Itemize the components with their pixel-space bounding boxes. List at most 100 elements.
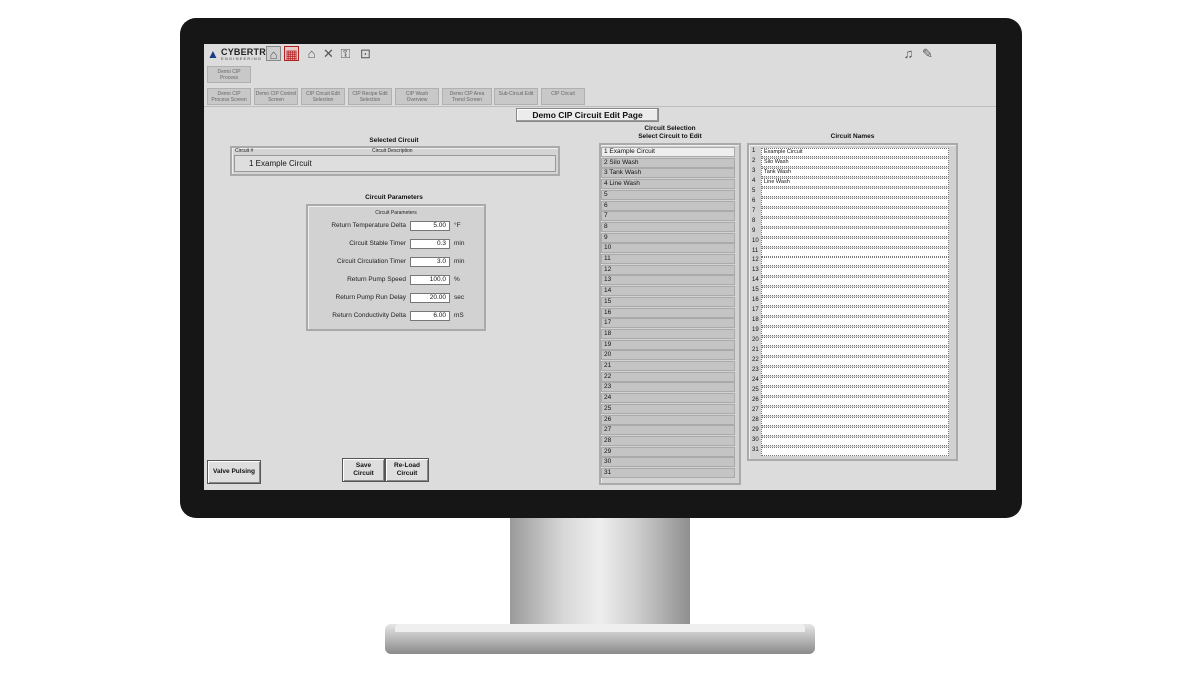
- circuit-selection-item[interactable]: 1 Example Circuit: [601, 147, 735, 157]
- circuit-selection-item[interactable]: 3 Tank Wash: [601, 168, 735, 179]
- param-label: Return Temperature Delta: [331, 222, 406, 229]
- nav-tab-process-screen[interactable]: Demo CIP Process Screen: [207, 88, 251, 105]
- circuit-selection-item[interactable]: 21: [601, 361, 735, 371]
- param-unit: %: [454, 276, 460, 283]
- circuit-selection-item[interactable]: 6: [601, 200, 735, 211]
- circuit-name-input[interactable]: [761, 247, 949, 257]
- circuit-parameters-heading: Circuit Parameters: [365, 194, 423, 201]
- circuit-name-input[interactable]: [761, 416, 949, 426]
- circuit-selection-item[interactable]: 22: [601, 371, 735, 382]
- circuit-selection-item[interactable]: 13: [601, 275, 735, 286]
- circuit-selection-item[interactable]: 16: [601, 307, 735, 318]
- circuit-name-input[interactable]: [761, 267, 949, 277]
- circuit-selection-item[interactable]: 14: [601, 286, 735, 297]
- circuit-selection-item[interactable]: 2 Silo Wash: [601, 157, 735, 168]
- home-icon[interactable]: ⌂: [304, 46, 319, 61]
- reload-circuit-button[interactable]: Re-Load Circuit: [385, 458, 429, 482]
- circuit-name-input[interactable]: Line Wash: [761, 177, 949, 187]
- circuit-circulation-timer-input[interactable]: 3.0: [410, 257, 450, 267]
- param-unit: min: [454, 258, 465, 265]
- nav-tab-wash-overview[interactable]: CIP Wash Overview: [395, 88, 439, 105]
- circuit-selection-item[interactable]: 11: [601, 254, 735, 264]
- circuit-name-input[interactable]: [761, 366, 949, 376]
- circuit-selection-item[interactable]: 8: [601, 221, 735, 232]
- circuit-name-input[interactable]: [761, 317, 949, 327]
- circuit-selection-item[interactable]: 20: [601, 350, 735, 361]
- circuit-name-input[interactable]: [761, 187, 949, 197]
- circuit-selection-item[interactable]: 27: [601, 425, 735, 436]
- circuit-stable-timer-input[interactable]: 0.3: [410, 239, 450, 249]
- circuit-name-input[interactable]: [761, 406, 949, 416]
- circuit-name-input[interactable]: [761, 207, 949, 217]
- hmi-screen: ▲ CYBERTROL ENGINEERING ⌂ ▦ ⌂ ✕ ⚿ ⊡ ♫ ✎ …: [204, 44, 996, 490]
- circuit-selection-item[interactable]: 24: [601, 393, 735, 404]
- return-pump-speed-input[interactable]: 100.0: [410, 275, 450, 285]
- circuit-name-input[interactable]: [761, 257, 949, 267]
- circuit-selection-heading: Circuit Selection: [644, 125, 696, 132]
- lock-icon[interactable]: ⊡: [358, 46, 373, 61]
- circuit-name-input[interactable]: [761, 446, 949, 456]
- circuit-selection-item[interactable]: 30: [601, 457, 735, 468]
- nav-demo-cip-process[interactable]: Demo CIP Process: [207, 66, 251, 83]
- circuit-name-input[interactable]: [761, 287, 949, 297]
- close-icon[interactable]: ✕: [321, 46, 336, 61]
- circuit-selection-item[interactable]: 19: [601, 339, 735, 350]
- circuit-description-header: Circuit Description: [372, 148, 413, 154]
- plant-icon[interactable]: ⌂: [266, 46, 281, 62]
- circuit-selection-item[interactable]: 23: [601, 382, 735, 393]
- param-label: Circuit Stable Timer: [349, 240, 406, 247]
- circuit-name-input[interactable]: [761, 197, 949, 207]
- circuit-selection-item[interactable]: 5: [601, 189, 735, 200]
- nav-tab-cip-circuit[interactable]: CIP Circuit: [541, 88, 585, 105]
- nav-tab-area-trend-screen[interactable]: Demo CIP Area Trend Screen: [442, 88, 492, 105]
- circuit-name-input[interactable]: Example Circuit: [761, 148, 949, 157]
- circuit-selection-item[interactable]: 28: [601, 435, 735, 446]
- circuit-name-input[interactable]: [761, 347, 949, 356]
- circuit-selection-item[interactable]: 17: [601, 318, 735, 329]
- selected-circuit-heading: Selected Circuit: [369, 137, 419, 144]
- circuit-selection-item[interactable]: 4 Line Wash: [601, 179, 735, 190]
- mute-icon[interactable]: ✎: [920, 46, 935, 61]
- circuit-name-input[interactable]: [761, 297, 949, 307]
- circuit-name-input[interactable]: [761, 436, 949, 446]
- circuit-name-input[interactable]: [761, 277, 949, 287]
- circuit-name-input[interactable]: [761, 426, 949, 436]
- return-pump-run-delay-input[interactable]: 20.00: [410, 293, 450, 303]
- circuit-name-input[interactable]: [761, 376, 949, 386]
- alarm-factory-icon[interactable]: ▦: [284, 46, 299, 62]
- circuit-name-input[interactable]: [761, 327, 949, 337]
- circuit-selection-item[interactable]: 18: [601, 328, 735, 339]
- circuit-selection-item[interactable]: 10: [601, 243, 735, 254]
- circuit-selection-item[interactable]: 15: [601, 296, 735, 307]
- return-conductivity-delta-input[interactable]: 6.00: [410, 311, 450, 321]
- circuit-name-input[interactable]: [761, 386, 949, 396]
- save-circuit-button[interactable]: Save Circuit: [342, 458, 385, 482]
- circuit-selection-item[interactable]: 7: [601, 211, 735, 222]
- circuit-name-input[interactable]: Silo Wash: [761, 157, 949, 167]
- nav-tab-control-screen[interactable]: Demo CIP Control Screen: [254, 88, 298, 105]
- nav-tab-sub-circuit-edit[interactable]: Sub-Circuit Edit: [494, 88, 538, 105]
- circuit-name-input[interactable]: [761, 227, 949, 237]
- circuit-selection-item[interactable]: 26: [601, 414, 735, 425]
- bell-icon[interactable]: ♫: [901, 46, 916, 61]
- circuit-name-input[interactable]: [761, 337, 949, 347]
- key-icon[interactable]: ⚿: [338, 46, 353, 61]
- circuit-name-input[interactable]: Tank Wash: [761, 167, 949, 177]
- circuit-selection-item[interactable]: 12: [601, 264, 735, 275]
- circuit-name-input[interactable]: [761, 356, 949, 366]
- circuit-name-input[interactable]: [761, 237, 949, 247]
- circuit-name-input[interactable]: [761, 217, 949, 227]
- circuit-selection-item[interactable]: 31: [601, 468, 735, 478]
- circuit-name-input[interactable]: [761, 307, 949, 317]
- monitor-stage: ▲ CYBERTROL ENGINEERING ⌂ ▦ ⌂ ✕ ⚿ ⊡ ♫ ✎ …: [0, 0, 1200, 675]
- circuit-selection-item[interactable]: 9: [601, 232, 735, 243]
- nav-tab-recipe-edit-selection[interactable]: CIP Recipe Edit Selection: [348, 88, 392, 105]
- return-temperature-delta-input[interactable]: 5.00: [410, 221, 450, 231]
- circuit-selection-item[interactable]: 25: [601, 403, 735, 414]
- selected-circuit-value: 1 Example Circuit: [234, 155, 556, 172]
- circuit-name-input[interactable]: [761, 396, 949, 406]
- valve-pulsing-button[interactable]: Valve Pulsing: [207, 460, 261, 484]
- circuit-parameters-box-label: Circuit Parameters: [375, 210, 417, 216]
- circuit-selection-item[interactable]: 29: [601, 446, 735, 457]
- nav-tab-circuit-edit-selection[interactable]: CIP Circuit Edit Selection: [301, 88, 345, 105]
